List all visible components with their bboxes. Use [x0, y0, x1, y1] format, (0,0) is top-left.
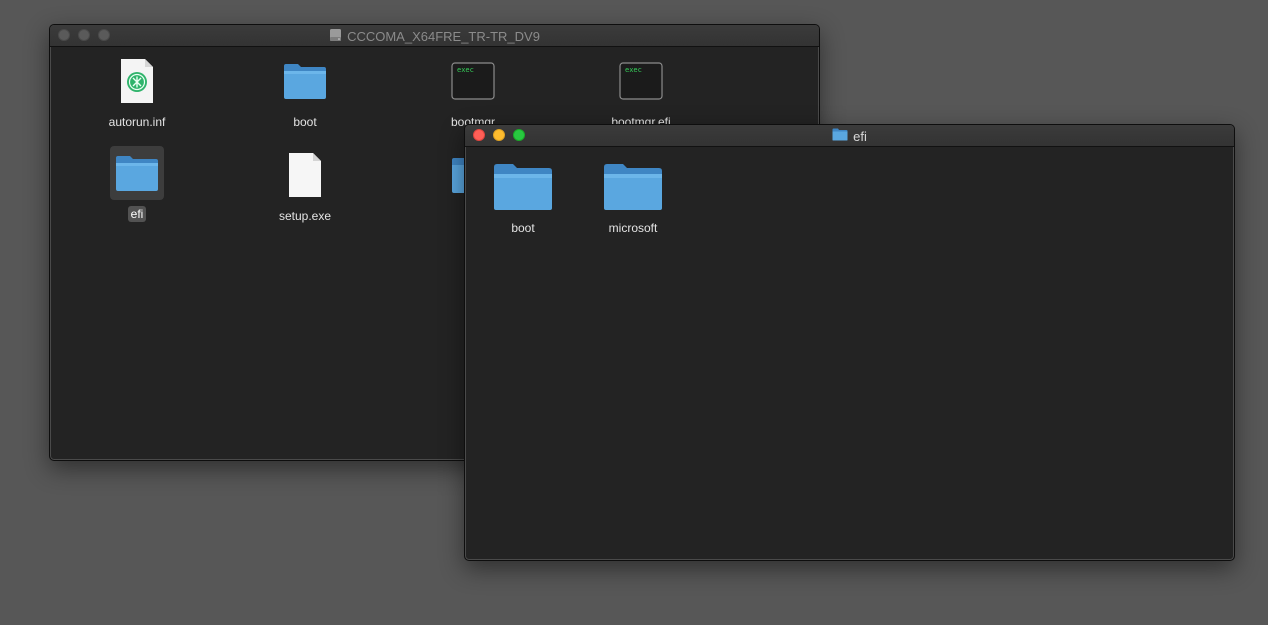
file-label: boot	[293, 115, 317, 129]
file-item-boot[interactable]: boot	[468, 160, 578, 236]
file-item-autorun[interactable]: autorun.inf	[82, 54, 192, 130]
file-label: setup.exe	[278, 209, 332, 223]
document-icon	[278, 148, 332, 202]
file-label: autorun.inf	[108, 115, 166, 129]
folder-icon	[110, 146, 164, 200]
folder-icon	[601, 160, 665, 214]
file-item-setup[interactable]: setup.exe	[250, 148, 360, 224]
window-title-text: CCCOMA_X64FRE_TR-TR_DV9	[347, 29, 540, 44]
file-item-microsoft[interactable]: microsoft	[578, 160, 688, 236]
executable-icon: exec	[614, 54, 668, 108]
executable-icon: exec	[446, 54, 500, 108]
file-item-bootmgr-efi[interactable]: exec bootmgr.efi	[586, 54, 696, 130]
file-label: efi	[127, 206, 147, 222]
titlebar[interactable]: CCCOMA_X64FRE_TR-TR_DV9	[50, 25, 819, 47]
folder-icon	[491, 160, 555, 214]
disk-icon	[329, 28, 342, 45]
window-title: CCCOMA_X64FRE_TR-TR_DV9	[50, 28, 819, 45]
exec-badge: exec	[457, 66, 474, 74]
folder-icon	[832, 128, 848, 144]
folder-icon	[278, 54, 332, 108]
inf-document-icon	[110, 54, 164, 108]
exec-badge: exec	[625, 66, 642, 74]
file-label: microsoft	[608, 221, 658, 235]
file-item-bootmgr[interactable]: exec bootmgr	[418, 54, 528, 130]
finder-window-efi: efi boot microsoft	[464, 124, 1235, 561]
window-title-text: efi	[853, 128, 867, 144]
file-item-boot[interactable]: boot	[250, 54, 360, 130]
titlebar[interactable]: efi	[465, 125, 1234, 147]
window-title: efi	[465, 128, 1234, 144]
file-item-efi[interactable]: efi	[82, 146, 192, 222]
file-label: boot	[511, 221, 535, 235]
